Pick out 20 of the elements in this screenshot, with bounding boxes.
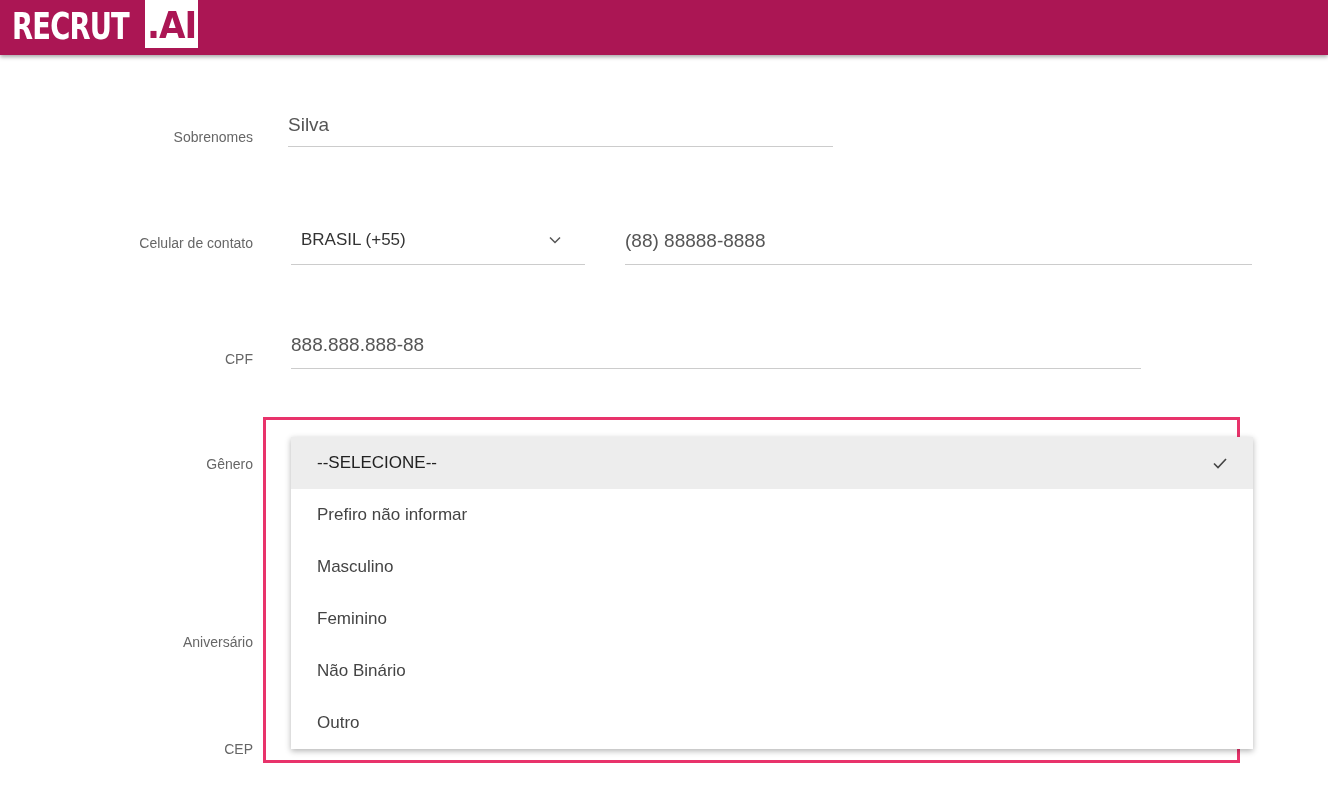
logo: RECRUT .AI	[0, 0, 1328, 48]
dropdown-option[interactable]: Feminino	[291, 593, 1253, 645]
field-label: CPF	[224, 351, 253, 369]
field-label: Gênero	[205, 456, 253, 472]
country-select[interactable]: BRASIL (+55)	[291, 230, 585, 265]
country-value: BRASIL (+55)	[301, 230, 406, 250]
dropdown-option[interactable]: Outro	[291, 697, 1253, 749]
phone-field[interactable]: (88) 88888-8888	[625, 230, 1252, 265]
field-label: Aniversário	[181, 634, 253, 650]
input-field[interactable]: 888.888.888-88	[291, 334, 1141, 369]
field-label: Sobrenomes	[172, 129, 253, 147]
dropdown-option[interactable]: --SELECIONE--	[291, 437, 1253, 489]
input-field[interactable]: Silva	[288, 114, 833, 147]
field-label: CEP	[223, 741, 253, 757]
field-label: Celular de contato	[138, 235, 253, 253]
check-icon	[1213, 457, 1227, 469]
dropdown-option[interactable]: Não Binário	[291, 645, 1253, 697]
dropdown-option[interactable]: Masculino	[291, 541, 1253, 593]
chevron-down-icon	[549, 236, 561, 244]
dropdown-option[interactable]: Prefiro não informar	[291, 489, 1253, 541]
